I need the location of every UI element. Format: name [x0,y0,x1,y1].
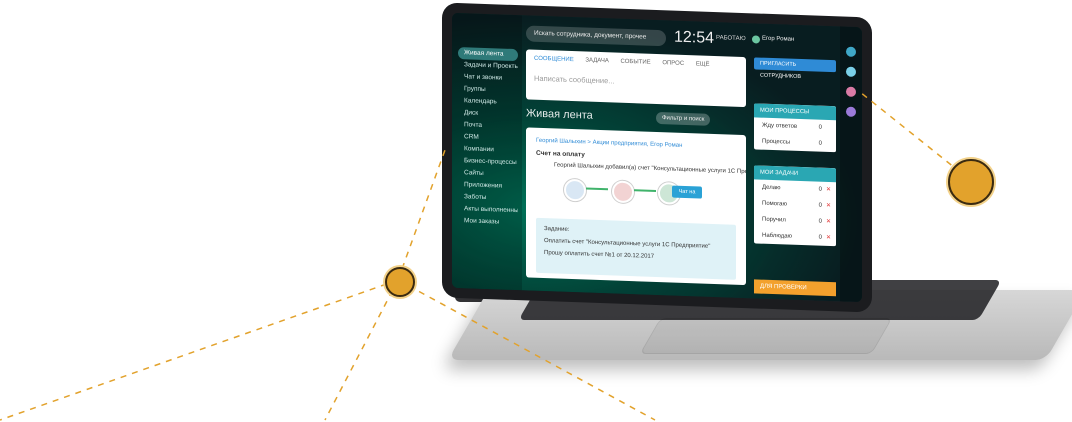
callout-marker [948,159,994,205]
callout-line [397,279,656,421]
callout-line [397,149,446,281]
callout-line [324,279,399,421]
callout-lines [0,91,971,421]
callout-line [0,279,399,421]
callout-marker [385,267,415,297]
